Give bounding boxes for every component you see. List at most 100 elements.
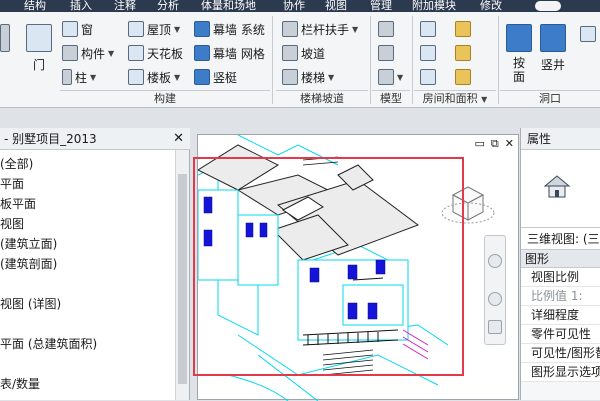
- roof-label: 屋顶: [147, 22, 172, 37]
- chevron-down-icon: ▼: [352, 24, 359, 34]
- menu-massing-site[interactable]: 体量和场地: [201, 0, 256, 12]
- wall-icon: [0, 24, 10, 52]
- prop-row[interactable]: 可见性/图形替: [521, 344, 600, 363]
- steering-wheel-icon[interactable]: [488, 254, 502, 268]
- chevron-down-icon: ▼: [328, 72, 335, 82]
- group-label-room[interactable]: 房间和面积 ▼: [414, 90, 496, 106]
- tree-item[interactable]: (建筑立面): [0, 234, 176, 254]
- prop-row[interactable]: 比例值 1:: [521, 287, 600, 306]
- ribbon-separator: [498, 16, 499, 104]
- ramp-button[interactable]: 坡道: [282, 42, 325, 64]
- roof-button[interactable]: 屋顶 ▼: [128, 18, 180, 40]
- window-label: 窗: [81, 22, 94, 37]
- window: [259, 222, 268, 238]
- shaft-button[interactable]: 竖井: [540, 24, 566, 73]
- menu-annotate[interactable]: 注释: [114, 0, 136, 12]
- chevron-down-icon: ▼: [174, 24, 181, 34]
- tree-item[interactable]: [0, 274, 176, 294]
- component-button[interactable]: 构件 ▼: [62, 42, 114, 64]
- window-button[interactable]: 窗: [62, 18, 93, 40]
- area-tag-icon: [455, 45, 471, 61]
- wall-opening-icon[interactable]: [580, 26, 596, 42]
- railing-icon: [282, 21, 298, 37]
- window: [203, 196, 213, 214]
- menu-view[interactable]: 视图: [325, 0, 347, 12]
- room-button[interactable]: [420, 18, 471, 40]
- column-button[interactable]: 柱 ▼: [62, 66, 96, 88]
- prop-row[interactable]: 详细程度: [521, 306, 600, 325]
- menu-insert[interactable]: 插入: [70, 0, 92, 12]
- area-plan-button[interactable]: [420, 66, 471, 88]
- door-button[interactable]: 门: [26, 24, 52, 73]
- prop-row[interactable]: 图形显示选项: [521, 363, 600, 382]
- menu-analyze[interactable]: 分析: [157, 0, 179, 12]
- tree-item[interactable]: 视图 (详图): [0, 294, 176, 314]
- model-group-icon: [378, 69, 394, 85]
- stair-label: 楼梯: [301, 70, 326, 85]
- ribbon-separator: [370, 16, 371, 104]
- 3d-viewport[interactable]: ▭ ⧉ ✕: [197, 134, 519, 401]
- room-icon: [420, 21, 436, 37]
- menu-manage[interactable]: 管理: [370, 0, 392, 12]
- ceiling-icon: [128, 45, 144, 61]
- menu-collaborate[interactable]: 协作: [283, 0, 305, 12]
- by-face-button[interactable]: 按 面: [506, 24, 532, 84]
- wall-mid: [237, 214, 279, 286]
- tree-item[interactable]: 平面: [0, 174, 176, 194]
- curtain-grid-button[interactable]: 幕墙 网格: [194, 42, 265, 64]
- view-selector[interactable]: 三维视图: (三维: [521, 228, 600, 250]
- tree-item[interactable]: [0, 314, 176, 334]
- window-icon: [62, 21, 78, 37]
- model-text-button[interactable]: [378, 18, 394, 40]
- model-text-icon: [378, 21, 394, 37]
- zoom-icon[interactable]: [488, 292, 502, 306]
- area-icon: [420, 45, 436, 61]
- menu-modify[interactable]: 修改: [480, 0, 502, 12]
- stair-icon: [282, 69, 298, 85]
- window: [375, 259, 386, 275]
- tree-item[interactable]: 视图: [0, 214, 176, 234]
- scrollbar[interactable]: [175, 150, 189, 400]
- floor-button[interactable]: 楼板 ▼: [128, 66, 180, 88]
- component-label: 构件: [81, 46, 106, 61]
- properties-panel: 属性 三维视图: (三维 图形 视图比例 比例值 1: 详细程度 零件可见性 可…: [520, 128, 600, 400]
- menu-addins[interactable]: 附加模块: [412, 0, 456, 12]
- curtain-system-button[interactable]: 幕墙 系统: [194, 18, 265, 40]
- menu-structure[interactable]: 结构: [24, 0, 46, 12]
- curtain-grid-label: 幕墙 网格: [213, 46, 265, 61]
- model-group-button[interactable]: ▼: [378, 66, 403, 88]
- prop-row[interactable]: 视图比例: [521, 268, 600, 287]
- tree-item[interactable]: (全部): [0, 154, 176, 174]
- tree-item[interactable]: 板平面: [0, 194, 176, 214]
- wall-button[interactable]: [0, 24, 10, 56]
- ribbon-toggle-button[interactable]: [535, 1, 561, 11]
- area-boundary-icon: [455, 69, 471, 85]
- mullion-button[interactable]: 竖梃: [194, 66, 237, 88]
- project-tree: (全部) 平面 板平面 视图 (建筑立面) (建筑剖面) 视图 (详图) 平面 …: [0, 154, 176, 394]
- tree-item[interactable]: (建筑剖面): [0, 254, 176, 274]
- door-icon: [26, 24, 52, 52]
- stair-button[interactable]: 楼梯 ▼: [282, 66, 334, 88]
- tree-item[interactable]: 平面 (总建筑面积): [0, 334, 176, 354]
- model-line-button[interactable]: [378, 42, 394, 64]
- prop-row[interactable]: 零件可见性: [521, 325, 600, 344]
- ceiling-button[interactable]: 天花板: [128, 42, 183, 64]
- component-icon: [62, 45, 78, 61]
- tree-item[interactable]: 表/数量: [0, 374, 176, 394]
- area-plan-icon: [420, 69, 436, 85]
- nav-menu-icon[interactable]: [488, 320, 502, 334]
- area-button[interactable]: [420, 42, 471, 64]
- column-label: 柱: [75, 70, 88, 85]
- tree-item[interactable]: [0, 354, 176, 374]
- ribbon: 门 窗 构件 ▼ 柱 ▼ 屋顶 ▼ 天花板 楼板 ▼ 幕墙 系统 幕墙 网格 竖…: [0, 12, 600, 108]
- window: [347, 302, 358, 320]
- type-selector[interactable]: [521, 150, 600, 228]
- ribbon-separator: [272, 16, 273, 104]
- section-graphics[interactable]: 图形: [521, 250, 600, 268]
- group-label-stair: 楼梯坡道: [276, 90, 368, 106]
- navigation-bar: [484, 235, 506, 345]
- chevron-down-icon: ▼: [481, 95, 488, 104]
- close-icon[interactable]: ✕: [173, 128, 184, 150]
- scrollbar-thumb[interactable]: [178, 174, 187, 384]
- railing-button[interactable]: 栏杆扶手 ▼: [282, 18, 358, 40]
